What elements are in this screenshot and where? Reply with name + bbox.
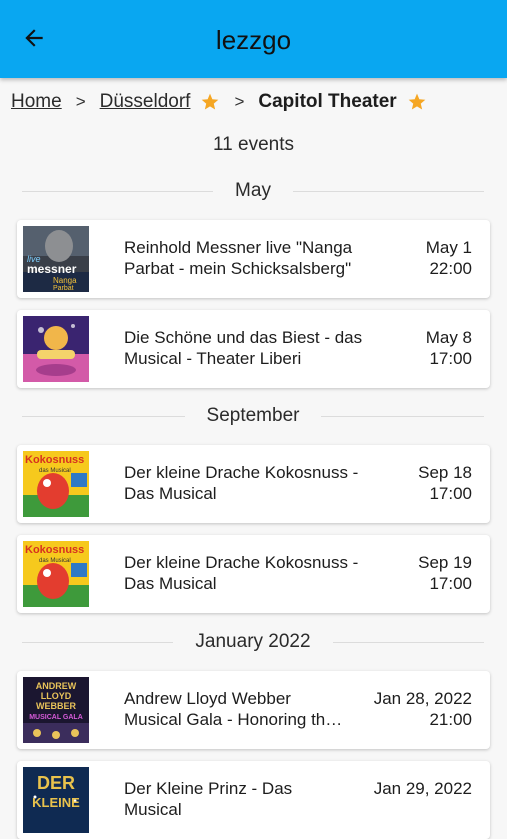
breadcrumb-city-link[interactable]: Düsseldorf	[100, 91, 191, 113]
svg-text:das Musical: das Musical	[39, 558, 71, 564]
event-card[interactable]: live messner Nanga Parbat Reinhold Messn…	[17, 220, 490, 298]
svg-text:Parbat: Parbat	[53, 285, 74, 292]
svg-text:MUSICAL GALA: MUSICAL GALA	[29, 714, 83, 721]
event-datetime: Sep 19 17:00	[418, 552, 472, 594]
event-date: Jan 29, 2022	[373, 779, 472, 798]
event-thumbnail: DER KLEINE	[23, 767, 89, 833]
breadcrumb-separator: >	[234, 92, 245, 111]
svg-text:DER: DER	[37, 773, 75, 793]
month-label: September	[206, 405, 300, 426]
breadcrumb: Home > Düsseldorf > Capitol Theater	[11, 88, 427, 116]
breadcrumb-current-venue: Capitol Theater	[258, 91, 397, 112]
month-label: January 2022	[195, 631, 311, 652]
event-date: May 8	[425, 328, 472, 347]
event-card[interactable]: DER KLEINE Der Kleine Prinz - Das Musica…	[17, 761, 490, 839]
svg-text:LLOYD: LLOYD	[41, 691, 72, 701]
event-thumbnail	[23, 316, 89, 382]
event-datetime: May 8 17:00	[426, 327, 472, 369]
divider-line	[22, 190, 214, 192]
event-time: 21:00	[429, 710, 472, 729]
svg-text:WEBBER: WEBBER	[36, 701, 76, 711]
event-datetime: Sep 18 17:00	[418, 462, 472, 504]
svg-text:KLEINE: KLEINE	[32, 795, 80, 810]
event-time: 17:00	[429, 349, 472, 368]
event-date: Sep 18	[418, 463, 472, 482]
event-date: Sep 19	[418, 553, 472, 572]
divider-line	[22, 641, 174, 643]
event-card[interactable]: Kokosnuss das Musical Der kleine Drache …	[17, 535, 490, 613]
event-card[interactable]: Kokosnuss das Musical Der kleine Drache …	[17, 445, 490, 523]
breadcrumb-home-link[interactable]: Home	[11, 91, 62, 113]
event-title: Der kleine Drache Kokosnuss - Das Musica…	[124, 463, 359, 503]
svg-text:das Musical: das Musical	[39, 468, 71, 474]
event-datetime: Jan 29, 2022	[374, 778, 472, 799]
svg-text:Kokosnuss: Kokosnuss	[25, 544, 84, 556]
svg-text:messner: messner	[27, 262, 77, 276]
event-thumbnail: Kokosnuss das Musical	[23, 541, 89, 607]
svg-text:Nanga: Nanga	[53, 276, 77, 285]
app-title: lezzgo	[215, 25, 292, 55]
divider-line	[332, 641, 484, 643]
event-title: Andrew Lloyd Webber Musical Gala - Honor…	[124, 689, 335, 729]
month-divider: January 2022	[22, 627, 484, 657]
event-time: 22:00	[429, 259, 472, 278]
svg-text:ANDREW: ANDREW	[36, 681, 77, 691]
event-card[interactable]: ANDREW LLOYD WEBBER MUSICAL GALA Andrew …	[17, 671, 490, 749]
event-date: Jan 28, 2022	[373, 689, 472, 708]
event-card[interactable]: Die Schöne und das Biest - das Musical -…	[17, 310, 490, 388]
month-divider: May	[22, 176, 484, 206]
month-label: May	[235, 180, 271, 201]
events-count: 11 events	[213, 134, 294, 155]
event-datetime: May 1 22:00	[426, 237, 472, 279]
event-title: Der Kleine Prinz - Das Musical	[124, 779, 293, 819]
event-datetime: Jan 28, 2022 21:00	[374, 688, 472, 730]
star-icon[interactable]	[200, 92, 220, 112]
app-bar: lezzgo	[0, 0, 507, 78]
event-title: Die Schöne und das Biest - das Musical -…	[124, 328, 363, 368]
svg-text:Kokosnuss: Kokosnuss	[25, 454, 84, 466]
event-title: Reinhold Messner live "Nanga Parbat - me…	[124, 238, 353, 278]
divider-line	[22, 415, 185, 417]
divider-line	[292, 190, 484, 192]
event-thumbnail: ANDREW LLOYD WEBBER MUSICAL GALA	[23, 677, 89, 743]
breadcrumb-separator: >	[75, 92, 86, 111]
divider-line	[321, 415, 485, 417]
event-date: May 1	[425, 238, 472, 257]
event-title: Der kleine Drache Kokosnuss - Das Musica…	[124, 553, 359, 593]
event-thumbnail: live messner Nanga Parbat	[23, 226, 89, 292]
event-time: 17:00	[429, 484, 472, 503]
event-thumbnail: Kokosnuss das Musical	[23, 451, 89, 517]
month-divider: September	[22, 401, 485, 431]
star-icon[interactable]	[407, 92, 427, 112]
event-time: 17:00	[429, 574, 472, 593]
